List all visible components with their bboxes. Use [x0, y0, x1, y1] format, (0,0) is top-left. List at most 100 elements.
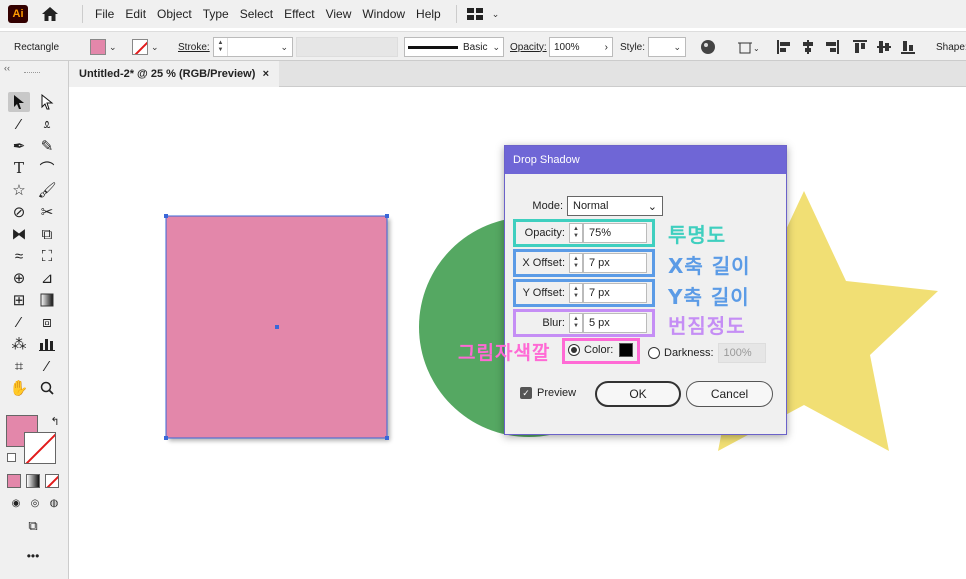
opacity-stepper[interactable]: ▲ ▼ — [569, 223, 583, 243]
style-label: Style: — [620, 41, 646, 53]
lasso-tool-icon[interactable]: ᦸ — [36, 114, 58, 134]
slice-tool-icon[interactable]: ⁄ — [36, 356, 58, 376]
menu-help[interactable]: Help — [416, 7, 441, 21]
document-tab-bar: Untitled-2* @ 25 % (RGB/Preview) × — [69, 61, 966, 87]
eyedropper-tool-icon[interactable]: ⁄ — [8, 312, 30, 332]
blur-stepper[interactable]: ▲ ▼ — [569, 313, 583, 333]
home-icon[interactable] — [40, 5, 60, 23]
cancel-button[interactable]: Cancel — [686, 381, 773, 407]
reflect-tool-icon[interactable]: ⧓ — [8, 224, 30, 244]
shaper-tool-icon[interactable]: ⊘ — [8, 202, 30, 222]
color-radio[interactable] — [568, 344, 580, 356]
stroke-style-label: Basic — [463, 41, 488, 53]
magic-wand-tool-icon[interactable]: ⁄ — [8, 114, 30, 134]
menu-effect[interactable]: Effect — [284, 7, 314, 21]
preview-label: Preview — [537, 387, 577, 399]
align-right-icon[interactable] — [824, 32, 840, 62]
pen-tool-icon[interactable]: ✒ — [8, 136, 30, 156]
align-left-icon[interactable] — [776, 32, 792, 62]
menu-type[interactable]: Type — [203, 7, 229, 21]
x-offset-input[interactable]: 7 px — [583, 253, 647, 273]
y-offset-label: Y Offset: — [522, 287, 565, 299]
color-mode-icon[interactable] — [7, 474, 21, 488]
arc-tool-icon[interactable]: ⌒ — [36, 158, 58, 178]
brush-definition[interactable]: Basic ⌄ — [404, 32, 504, 62]
align-vertical-center-icon[interactable] — [876, 32, 892, 62]
main-menu: File Edit Object Type Select Effect View… — [82, 5, 452, 23]
shape-builder-tool-icon[interactable]: ⊕ — [8, 268, 30, 288]
type-tool-icon[interactable]: T — [8, 158, 30, 178]
selection-tool-icon[interactable] — [8, 92, 30, 112]
artboard-tool-icon[interactable]: ⌗ — [8, 356, 30, 376]
ok-button[interactable]: OK — [595, 381, 681, 407]
screen-mode-icon[interactable]: ⧉ — [22, 516, 44, 536]
curvature-tool-icon[interactable]: ✎ — [36, 136, 58, 156]
mesh-tool-icon[interactable]: ⊞ — [8, 290, 30, 310]
gradient-tool-icon[interactable] — [36, 290, 58, 310]
stroke-swatch[interactable] — [132, 39, 148, 55]
opacity-field[interactable]: 100% › — [549, 37, 613, 57]
menu-object[interactable]: Object — [157, 7, 192, 21]
menu-select[interactable]: Select — [240, 7, 273, 21]
stroke-label[interactable]: Stroke: — [178, 32, 210, 62]
transform-icon[interactable]: ⌄ — [738, 32, 760, 62]
menu-file[interactable]: File — [95, 7, 114, 21]
graphic-style-picker[interactable]: ⌄ — [648, 37, 686, 57]
close-icon[interactable]: × — [263, 68, 269, 80]
opacity-input[interactable]: 75% — [583, 223, 647, 243]
darkness-radio[interactable] — [648, 347, 660, 359]
symbol-sprayer-tool-icon[interactable]: ⁂ — [8, 334, 30, 354]
scissors-tool-icon[interactable]: ✂ — [36, 202, 58, 222]
shadow-color-swatch[interactable] — [619, 343, 634, 357]
column-graph-tool-icon[interactable] — [36, 334, 58, 354]
align-center-icon[interactable] — [800, 32, 816, 62]
width-tool-icon[interactable]: ≈ — [8, 246, 30, 266]
free-transform-tool-icon[interactable]: ⛶ — [36, 246, 58, 266]
document-tab[interactable]: Untitled-2* @ 25 % (RGB/Preview) × — [69, 61, 279, 87]
menu-window[interactable]: Window — [362, 7, 405, 21]
edit-toolbar-icon[interactable]: ••• — [22, 546, 44, 566]
menu-edit[interactable]: Edit — [125, 7, 146, 21]
blur-label: Blur: — [542, 317, 565, 329]
fill-swatch[interactable] — [90, 39, 106, 55]
hand-tool-icon[interactable]: ✋ — [8, 378, 30, 398]
none-mode-icon[interactable] — [45, 474, 59, 488]
stroke-swatch-control[interactable]: ⌄ — [132, 32, 159, 62]
draw-inside-icon[interactable]: ◍ — [43, 493, 65, 513]
swap-colors-icon[interactable]: ↰ — [44, 411, 66, 431]
blend-tool-icon[interactable]: ⧈ — [36, 312, 58, 332]
selection-handle — [385, 436, 389, 440]
collapse-panel-icon[interactable]: ‹‹ — [4, 63, 10, 73]
fill-swatch-control[interactable]: ⌄ — [90, 32, 117, 62]
chevron-down-icon: ⌄ — [109, 41, 117, 52]
chevron-down-icon: ⌄ — [647, 200, 657, 213]
stroke-weight-stepper[interactable]: ▲ ▼ — [214, 38, 228, 56]
opacity-label[interactable]: Opacity: — [510, 32, 547, 62]
x-offset-stepper[interactable]: ▲ ▼ — [569, 253, 583, 273]
chevron-right-icon[interactable]: › — [605, 42, 608, 53]
y-offset-stepper[interactable]: ▲ ▼ — [569, 283, 583, 303]
panel-grip[interactable] — [24, 72, 40, 74]
y-offset-input[interactable]: 7 px — [583, 283, 647, 303]
scale-tool-icon[interactable]: ⧉ — [36, 224, 58, 244]
selection-handle — [164, 214, 168, 218]
zoom-tool-icon[interactable] — [36, 378, 58, 398]
preview-checkbox[interactable]: ✓ — [520, 387, 532, 399]
perspective-grid-tool-icon[interactable]: ⊿ — [36, 268, 58, 288]
recolor-artwork-icon[interactable] — [700, 32, 716, 62]
workspace-switcher[interactable]: ⌄ — [455, 5, 499, 23]
stroke-weight-field[interactable]: ▲ ▼ ⌄ — [213, 37, 293, 57]
illustrator-logo: Ai — [8, 5, 28, 23]
gradient-mode-icon[interactable] — [26, 474, 40, 488]
direct-selection-tool-icon[interactable] — [36, 92, 58, 112]
blur-input[interactable]: 5 px — [583, 313, 647, 333]
variable-width-profile — [296, 37, 398, 57]
paintbrush-tool-icon[interactable]: 🖌 — [36, 180, 58, 200]
menu-view[interactable]: View — [326, 7, 352, 21]
stroke-color-box[interactable] — [24, 432, 56, 464]
align-bottom-icon[interactable] — [900, 32, 916, 62]
star-tool-icon[interactable]: ☆ — [8, 180, 30, 200]
align-top-icon[interactable] — [852, 32, 868, 62]
default-colors-icon[interactable] — [7, 453, 16, 462]
mode-select[interactable]: Normal ⌄ — [567, 196, 663, 216]
